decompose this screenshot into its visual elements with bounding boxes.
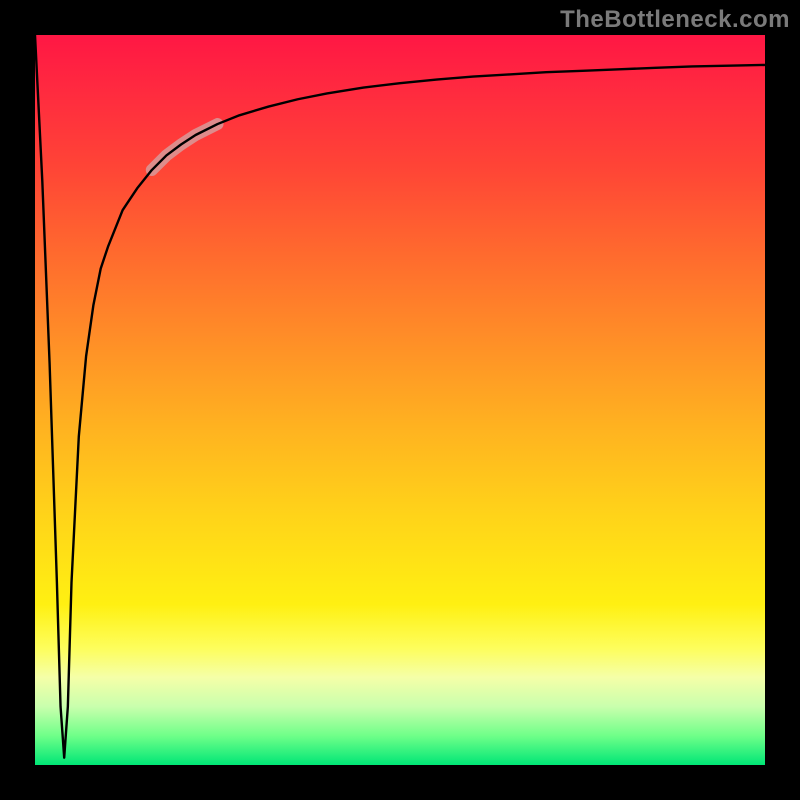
plot-area: [35, 35, 765, 765]
watermark-text: TheBottleneck.com: [560, 6, 790, 34]
bottleneck-curve: [35, 35, 765, 758]
highlight-segment: [152, 124, 218, 170]
chart-frame: TheBottleneck.com: [0, 0, 800, 800]
curve-layer: [35, 35, 765, 765]
